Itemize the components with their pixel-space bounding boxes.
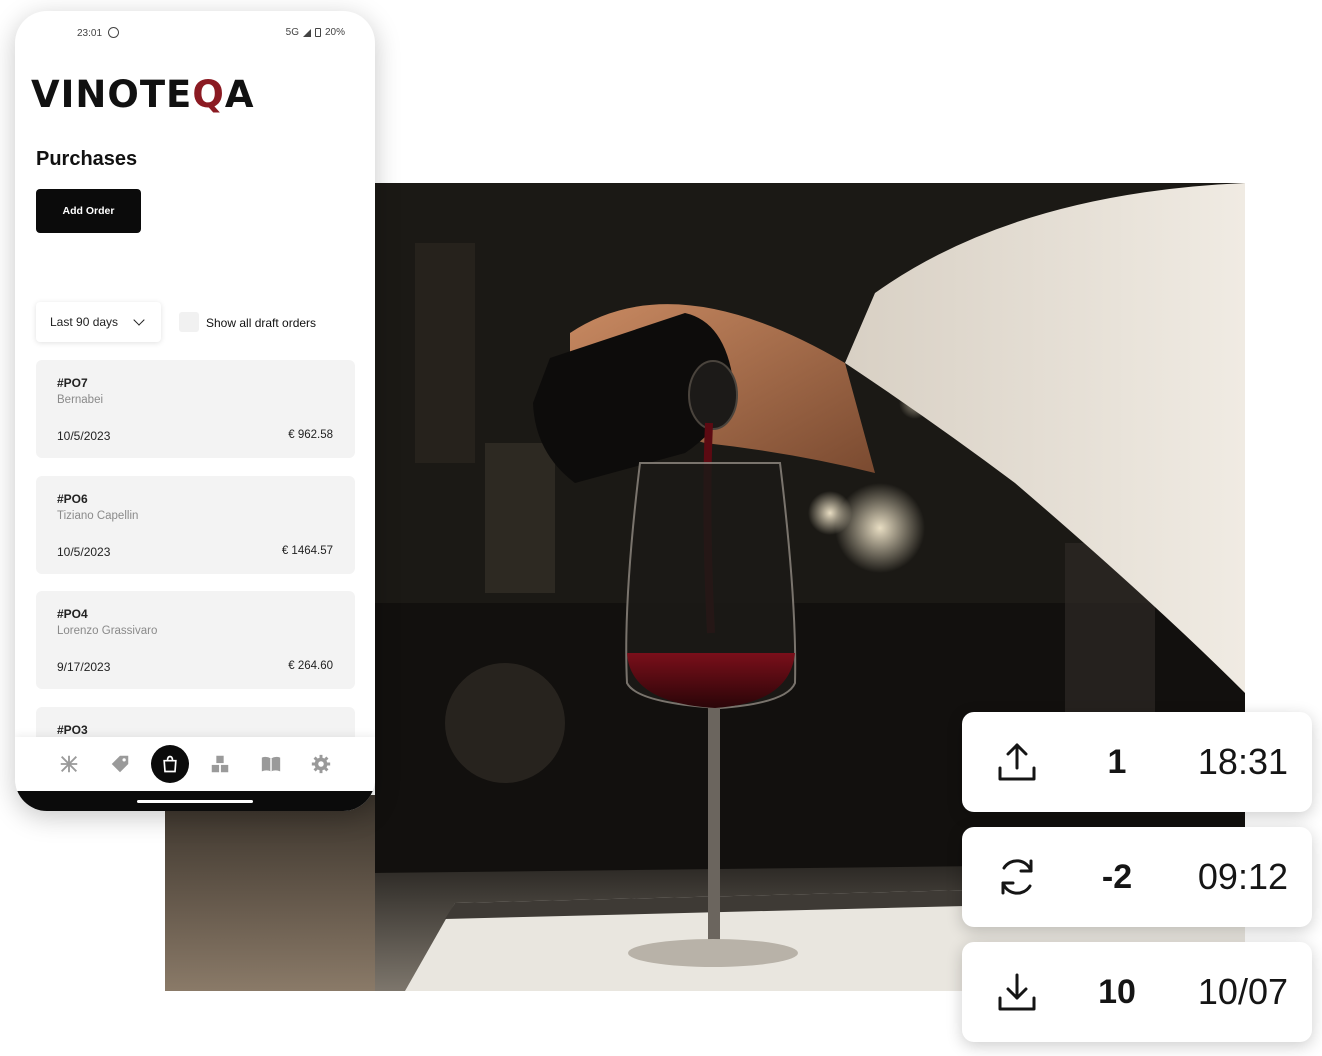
network-type: 5G — [285, 27, 299, 38]
stat-time: 09:12 — [1197, 856, 1288, 897]
gear-icon[interactable] — [308, 751, 334, 777]
stat-value: 1 — [1107, 743, 1127, 781]
order-card[interactable]: #PO7 Bernabei 10/5/2023 € 962.58 — [36, 360, 355, 458]
stat-card-download: 10 10/07 — [962, 942, 1312, 1042]
page-title: Purchases — [36, 148, 138, 170]
order-supplier: Bernabei — [57, 394, 104, 406]
order-id: #PO7 — [57, 376, 88, 390]
order-id: #PO4 — [57, 607, 88, 621]
order-date: 9/17/2023 — [57, 660, 111, 674]
sync-icon — [1001, 859, 1033, 895]
stat-time: 10/07 — [1197, 971, 1288, 1012]
battery-icon — [314, 28, 321, 37]
home-indicator[interactable] — [137, 800, 253, 803]
show-drafts-checkbox[interactable] — [179, 312, 199, 332]
status-bar: 23:01 5G 20% — [15, 27, 375, 41]
order-supplier: Tiziano Capellin — [57, 510, 139, 522]
order-amount: € 1464.57 — [281, 545, 333, 557]
stat-card-upload: 1 18:31 — [962, 712, 1312, 812]
stat-value: -2 — [1101, 858, 1133, 896]
order-amount: € 962.58 — [288, 429, 333, 441]
date-range-value: Last 90 days — [50, 315, 119, 329]
tag-icon[interactable] — [107, 751, 133, 777]
dashboard-icon[interactable] — [56, 751, 82, 777]
shopping-bag-icon[interactable] — [151, 745, 189, 783]
book-icon[interactable] — [258, 751, 284, 777]
signal-icon — [302, 28, 311, 37]
stat-value: 10 — [1098, 973, 1136, 1011]
order-card[interactable]: #PO4 Lorenzo Grassivaro 9/17/2023 € 264.… — [36, 591, 355, 689]
upload-icon — [998, 743, 1036, 781]
add-order-button[interactable]: Add Order — [36, 189, 141, 233]
whatsapp-icon — [108, 27, 120, 38]
order-supplier: Lorenzo Grassivaro — [57, 625, 158, 637]
system-nav-bar — [15, 791, 375, 811]
bottom-tab-bar — [15, 737, 375, 791]
battery-level: 20% — [324, 27, 345, 38]
order-id: #PO3 — [57, 723, 88, 737]
order-amount: € 264.60 — [288, 660, 333, 672]
logo-text-highlight: Q — [192, 73, 225, 116]
stat-card-sync: -2 09:12 — [962, 827, 1312, 927]
boxes-icon[interactable] — [207, 751, 233, 777]
stat-time: 18:31 — [1197, 741, 1288, 782]
order-id: #PO6 — [57, 492, 88, 506]
brand-logo: VINOTEQA — [31, 73, 254, 116]
chevron-down-icon — [133, 314, 145, 326]
show-drafts-label[interactable]: Show all draft orders — [206, 316, 316, 330]
logo-text-prefix: VINOTE — [31, 73, 193, 116]
background-photo-extension — [165, 795, 380, 991]
date-range-select[interactable]: Last 90 days — [36, 302, 161, 342]
order-card[interactable]: #PO6 Tiziano Capellin 10/5/2023 € 1464.5… — [36, 476, 355, 574]
logo-text-suffix: A — [224, 73, 255, 116]
order-date: 10/5/2023 — [57, 429, 111, 443]
status-time: 23:01 — [77, 28, 103, 39]
order-date: 10/5/2023 — [57, 545, 111, 559]
download-icon — [998, 973, 1036, 1011]
phone-mockup: 23:01 5G 20% VINOTEQA Purchases Add Orde… — [15, 11, 375, 811]
